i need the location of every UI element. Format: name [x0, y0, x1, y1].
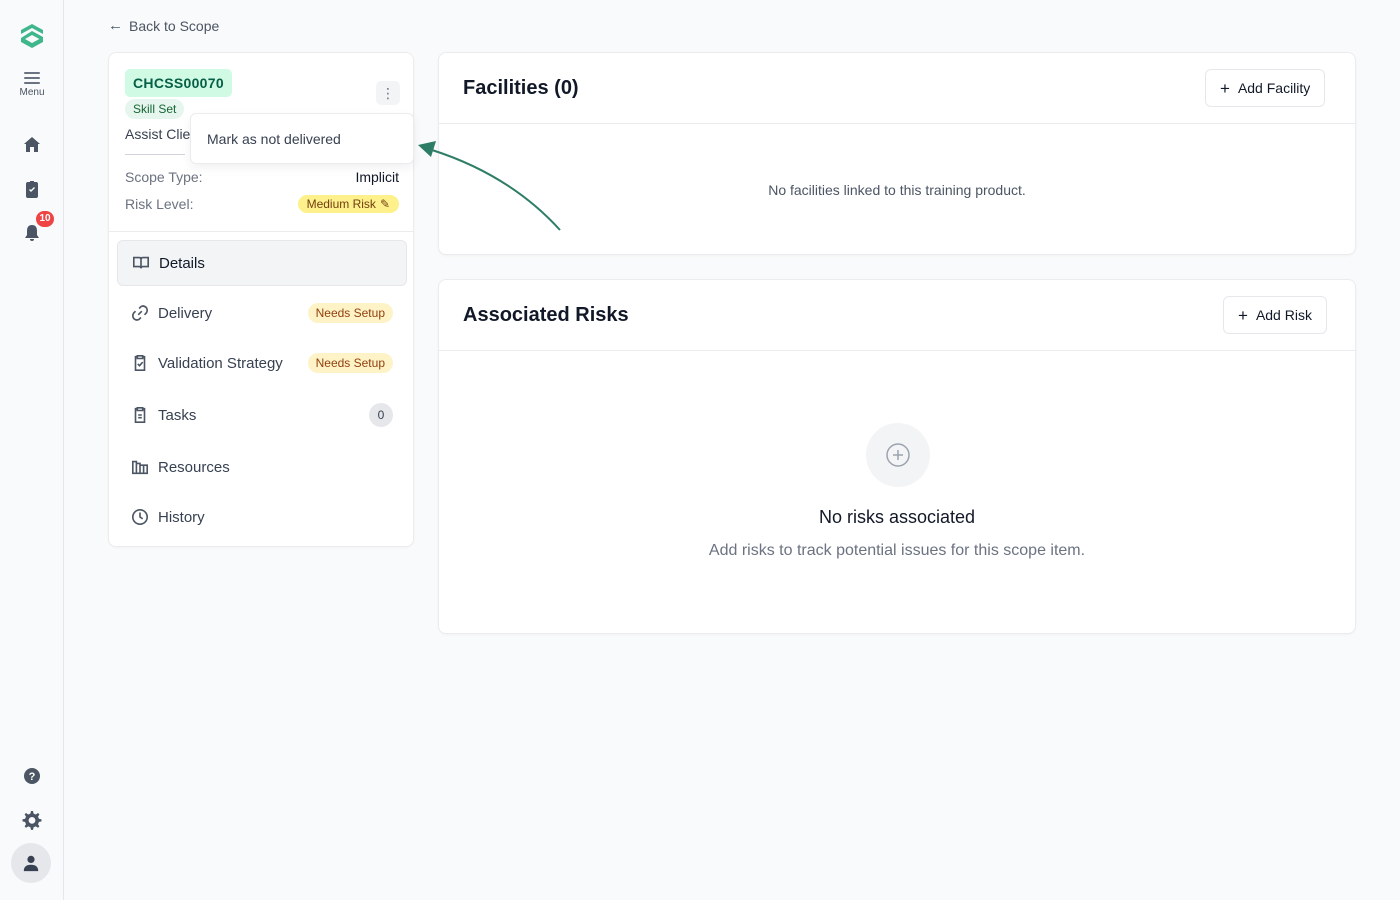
side-nav-delivery[interactable]: Delivery Needs Setup: [117, 290, 407, 336]
plus-circle-icon: [886, 443, 910, 467]
side-nav-history[interactable]: History: [117, 494, 407, 540]
panel-divider: [109, 231, 413, 232]
gear-icon[interactable]: [22, 810, 42, 830]
facilities-title: Facilities (0): [463, 77, 579, 99]
plus-icon: +: [1238, 305, 1248, 325]
hamburger-icon: [24, 72, 40, 84]
scope-item-title: Assist Clie: [125, 126, 191, 142]
pencil-icon: ✎: [379, 197, 390, 211]
kebab-icon: ⋮: [381, 85, 395, 101]
scope-type-badge: Skill Set: [125, 99, 185, 119]
facilities-card-header: Facilities (0) + Add Facility: [439, 53, 1355, 124]
side-nav-label: Details: [159, 254, 205, 272]
scope-type-value: Implicit: [355, 169, 399, 185]
bell-icon[interactable]: [22, 223, 42, 243]
associated-risks-card: Associated Risks + Add Risk No risks ass…: [438, 279, 1356, 634]
side-nav-label: Tasks: [158, 406, 197, 424]
add-facility-button[interactable]: + Add Facility: [1205, 69, 1326, 107]
scope-code-badge: CHCSS00070: [125, 69, 232, 97]
clock-icon: [131, 508, 149, 526]
menu-label: Menu: [19, 87, 45, 98]
scope-type-label: Scope Type:: [125, 169, 203, 185]
facilities-empty-text: No facilities linked to this training pr…: [768, 182, 1026, 198]
notification-count-badge: 10: [36, 211, 54, 227]
svg-text:?: ?: [29, 771, 36, 783]
mark-not-delivered-menu-item[interactable]: Mark as not delivered: [207, 131, 397, 147]
back-link-label: Back to Scope: [129, 17, 220, 34]
side-nav-label: Resources: [158, 458, 230, 476]
more-options-dropdown: Mark as not delivered: [190, 113, 414, 164]
side-nav-label: Validation Strategy: [158, 354, 283, 372]
risks-empty-icon: [866, 423, 930, 487]
side-nav-details[interactable]: Details: [117, 240, 407, 286]
arrow-left-icon: ←: [108, 17, 123, 34]
side-nav-label: History: [158, 508, 205, 526]
help-icon[interactable]: ?: [22, 766, 42, 786]
risk-level-label: Risk Level:: [125, 196, 194, 212]
clipboard-check-icon[interactable]: [22, 179, 42, 199]
scope-type-row: Scope Type: Implicit: [125, 169, 399, 185]
risks-title: Associated Risks: [463, 304, 629, 326]
risks-empty-title: No risks associated: [818, 507, 976, 527]
risks-empty-subtitle: Add risks to track potential issues for …: [708, 542, 1086, 559]
needs-setup-badge: Needs Setup: [307, 303, 393, 323]
side-nav-validation-strategy[interactable]: Validation Strategy Needs Setup: [117, 340, 407, 386]
risks-card-header: Associated Risks + Add Risk: [439, 280, 1355, 351]
tasks-count-badge: 0: [369, 403, 393, 427]
plus-icon: +: [1220, 78, 1230, 98]
side-nav-tasks[interactable]: Tasks 0: [117, 392, 407, 438]
facilities-card: Facilities (0) + Add Facility No facilit…: [438, 52, 1356, 255]
needs-setup-badge: Needs Setup: [307, 353, 393, 373]
back-to-scope-link[interactable]: ← Back to Scope: [108, 17, 219, 34]
more-options-button[interactable]: ⋮: [376, 81, 400, 105]
side-nav-resources[interactable]: Resources: [117, 444, 407, 490]
risk-level-row: Risk Level: Medium Risk ✎: [125, 195, 399, 213]
library-icon: [131, 458, 149, 476]
clipboard-icon: [131, 406, 149, 424]
clipboard-check-icon: [131, 354, 149, 372]
side-nav-label: Delivery: [158, 304, 213, 322]
app-logo-icon[interactable]: [18, 22, 46, 50]
risk-level-pill[interactable]: Medium Risk ✎: [297, 195, 399, 213]
menu-button[interactable]: Menu: [12, 70, 52, 106]
risk-level-value: Medium Risk: [306, 197, 376, 211]
add-facility-label: Add Facility: [1237, 80, 1311, 96]
nav-rail: Menu 10 ?: [0, 0, 64, 900]
title-underline: [125, 154, 185, 155]
home-icon[interactable]: [22, 135, 42, 155]
book-open-icon: [132, 254, 150, 272]
add-risk-button[interactable]: + Add Risk: [1223, 296, 1327, 334]
user-icon: [23, 855, 39, 872]
user-avatar[interactable]: [11, 843, 51, 883]
link-icon: [131, 304, 149, 322]
add-risk-label: Add Risk: [1255, 307, 1312, 323]
